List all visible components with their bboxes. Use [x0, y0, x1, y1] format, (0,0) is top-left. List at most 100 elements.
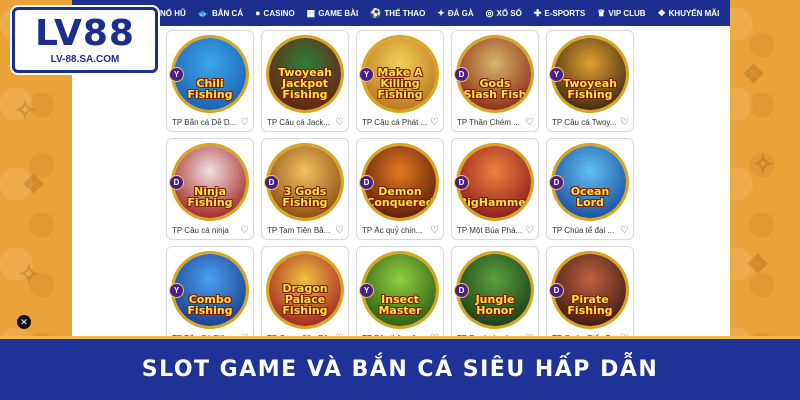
- provider-badge: Y: [169, 67, 184, 82]
- cards-icon: ▦: [306, 7, 316, 18]
- provider-badge: D: [454, 175, 469, 190]
- provider-badge: D: [169, 175, 184, 190]
- game-logo-title: Ocean Lord: [570, 185, 610, 209]
- game-caption: TP Câu cá ninja: [172, 226, 229, 235]
- provider-badge: Y: [169, 283, 184, 298]
- favorite-heart-icon[interactable]: ♡: [240, 225, 249, 236]
- game-logo-title: Twoyeah Jackpot Fishing: [278, 66, 332, 101]
- game-caption: TP Thần Chém ...: [457, 118, 520, 127]
- close-button[interactable]: ✕: [17, 315, 31, 329]
- game-card[interactable]: Twoyeah Fishing Y TP Câu cá Twoy... ♡: [546, 30, 634, 132]
- logo-domain: LV-88.SA.COM: [50, 53, 120, 65]
- game-logo-title: Combo Fishing: [187, 293, 233, 317]
- logo-wordmark: LV88: [35, 12, 135, 54]
- nav-item-thể-thao[interactable]: ⚽ THỂ THAO: [364, 8, 431, 19]
- provider-badge: Y: [359, 67, 374, 82]
- favorite-heart-icon[interactable]: ♡: [430, 117, 439, 128]
- nav-item-đá-gà[interactable]: ✦ ĐÁ GÀ: [431, 8, 479, 19]
- game-card[interactable]: Ninja Fishing D TP Câu cá ninja ♡: [166, 138, 254, 240]
- provider-badge: D: [264, 175, 279, 190]
- game-card[interactable]: Pirate FishingDTP Cướp Biển Bắ...♡: [546, 246, 634, 348]
- game-card[interactable]: Dragon Palace FishingTP Cung điện Rồ...♡: [261, 246, 349, 348]
- gift-icon: ❖: [657, 7, 666, 18]
- monogram-decoration: ❖: [742, 60, 766, 90]
- nav-item-e-sports[interactable]: ✚ E-SPORTS: [528, 8, 591, 19]
- nav-item-label: BẮN CÁ: [212, 8, 244, 18]
- game-card[interactable]: Ocean Lord D TP Chúa tể đại ... ♡: [546, 138, 634, 240]
- provider-badge: D: [549, 283, 564, 298]
- nav-item-label: CASINO: [263, 8, 295, 18]
- game-logo-title: Jungle Honor: [475, 293, 515, 317]
- game-card[interactable]: Insect MasterYTP Bậc thầy côn...♡: [356, 246, 444, 348]
- monogram-decoration: ❖: [22, 170, 46, 200]
- nav-item-vip-club[interactable]: ♛ VIP CLUB: [591, 8, 651, 19]
- provider-badge: Y: [549, 67, 564, 82]
- game-logo-title: BigHammer: [458, 196, 532, 209]
- nav-item-label: ĐÁ GÀ: [447, 8, 474, 18]
- main-navigation: 🎰NỔ HŨ🐟BẮN CÁ●CASINO▦GAME BÀI⚽THỂ THAO✦Đ…: [72, 0, 730, 26]
- monogram-decoration: ❖: [746, 250, 770, 280]
- monogram-decoration: ✧: [14, 96, 36, 126]
- nav-item-label: THỂ THAO: [384, 8, 426, 18]
- gamepad-icon: ✚: [533, 7, 542, 18]
- game-caption: TP Ác quỷ chin...: [362, 226, 423, 235]
- game-caption: TP Một Búa Phá...: [457, 226, 523, 235]
- game-thumbnail: Dragon Palace Fishing: [266, 251, 344, 329]
- game-card[interactable]: Demon Conquered D TP Ác quỷ chin... ♡: [356, 138, 444, 240]
- game-card[interactable]: BigHammer D TP Một Búa Phá... ♡: [451, 138, 539, 240]
- game-logo-title: Insect Master: [378, 293, 422, 317]
- game-card[interactable]: Jungle HonorDTP Danh dự rừ...♡: [451, 246, 539, 348]
- nav-item-label: KHUYẾN MÃI: [668, 8, 720, 18]
- nav-item-khuyến-mãi[interactable]: ❖ KHUYẾN MÃI: [652, 8, 726, 19]
- fish-icon: 🐟: [197, 7, 209, 18]
- favorite-heart-icon[interactable]: ♡: [430, 225, 439, 236]
- nav-item-label: VIP CLUB: [608, 8, 646, 18]
- casino-chip-icon: ●: [255, 8, 261, 18]
- game-thumbnail: Twoyeah Jackpot Fishing: [266, 35, 344, 113]
- favorite-heart-icon[interactable]: ♡: [335, 225, 344, 236]
- nav-item-label: GAME BÀI: [318, 8, 359, 18]
- favorite-heart-icon[interactable]: ♡: [525, 117, 534, 128]
- nav-item-game-bài[interactable]: ▦ GAME BÀI: [301, 8, 365, 19]
- provider-badge: Y: [359, 283, 374, 298]
- game-logo-title: Chili Fishing: [187, 77, 233, 101]
- crown-icon: ♛: [597, 7, 606, 18]
- nav-item-casino[interactable]: ● CASINO: [249, 8, 301, 18]
- site-logo[interactable]: LV88 LV-88.SA.COM: [12, 7, 158, 73]
- game-card[interactable]: 3 Gods Fishing D TP Tam Tiên Bắ... ♡: [261, 138, 349, 240]
- nav-item-xổ-số[interactable]: ◎ XỔ SỐ: [480, 8, 528, 19]
- lottery-icon: ◎: [485, 7, 494, 18]
- nav-item-nổ-hũ[interactable]: 🎰NỔ HŨ: [154, 9, 192, 18]
- game-logo-title: Gods Slash Fish: [463, 77, 527, 101]
- nav-item-label: E-SPORTS: [544, 8, 586, 18]
- game-logo-title: Demon Conquered: [366, 185, 434, 209]
- game-logo-title: Dragon Palace Fishing: [282, 282, 328, 317]
- banner-title: SLOT GAME VÀ BẮN CÁ SIÊU HẤP DẪN: [141, 357, 659, 382]
- favorite-heart-icon[interactable]: ♡: [525, 225, 534, 236]
- game-card[interactable]: Twoyeah Jackpot Fishing TP Câu cá Jack...…: [261, 30, 349, 132]
- favorite-heart-icon[interactable]: ♡: [240, 117, 249, 128]
- game-logo-title: Pirate Fishing: [567, 293, 613, 317]
- provider-badge: D: [454, 283, 469, 298]
- nav-item-label: NỔ HŨ: [160, 8, 186, 18]
- game-caption: TP Câu cá Twoy...: [552, 118, 617, 127]
- game-caption: TP Tam Tiên Bắ...: [267, 226, 331, 235]
- game-card[interactable]: Combo FishingYTP Bắn Cá Siê...♡: [166, 246, 254, 348]
- game-card[interactable]: Make A Killing Fishing Y TP Câu cá Phát ..…: [356, 30, 444, 132]
- favorite-heart-icon[interactable]: ♡: [620, 225, 629, 236]
- favorite-heart-icon[interactable]: ♡: [335, 117, 344, 128]
- game-card[interactable]: Gods Slash Fish D TP Thần Chém ... ♡: [451, 30, 539, 132]
- game-card[interactable]: Chili Fishing Y TP Bắn cá Dễ D... ♡: [166, 30, 254, 132]
- game-logo-title: Ninja Fishing: [187, 185, 233, 209]
- provider-badge: D: [454, 67, 469, 82]
- game-logo-title: Twoyeah Fishing: [563, 77, 617, 101]
- nav-item-bắn-cá[interactable]: 🐟 BẮN CÁ: [192, 8, 249, 19]
- game-caption: TP Chúa tể đại ...: [552, 226, 615, 235]
- favorite-heart-icon[interactable]: ♡: [620, 117, 629, 128]
- game-caption: TP Câu cá Phát ...: [362, 118, 428, 127]
- game-caption: TP Bắn cá Dễ D...: [172, 118, 237, 127]
- soccer-ball-icon: ⚽: [370, 7, 382, 18]
- game-grid: Chili Fishing Y TP Bắn cá Dễ D... ♡ Twoyeah …: [166, 30, 636, 348]
- game-logo-title: Make A Killing Fishing: [377, 66, 423, 101]
- game-caption: TP Câu cá Jack...: [267, 118, 330, 127]
